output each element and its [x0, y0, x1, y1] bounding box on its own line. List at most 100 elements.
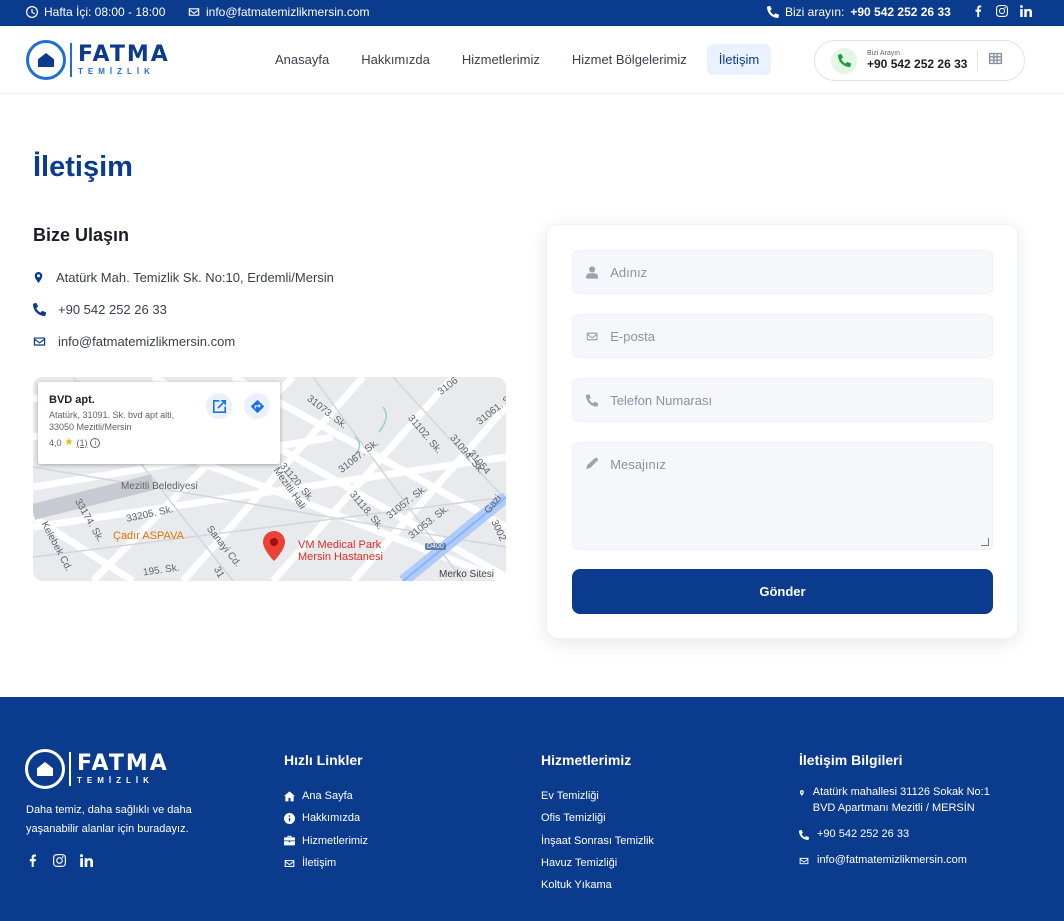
topbar-email[interactable]: info@fatmatemizlikmersin.com: [188, 5, 370, 19]
logo-divider: [70, 43, 72, 77]
contact-info-title: İletişim Bilgileri: [799, 752, 903, 768]
phone-icon: [33, 303, 46, 316]
phone-icon: [837, 54, 851, 67]
name-field-wrapper: [572, 250, 993, 294]
calculator-button[interactable]: [988, 51, 1003, 71]
envelope-icon: [188, 8, 200, 16]
header-call-box[interactable]: Bizi Arayın +90 542 252 26 33: [814, 40, 1025, 81]
quick-link-about[interactable]: Hakkımızda: [284, 807, 368, 829]
phone-input[interactable]: [610, 392, 992, 408]
map-place-belediye[interactable]: Mezitli Belediyesi: [121, 481, 198, 492]
map-place-aspava[interactable]: Çadır ASPAVA: [113, 530, 184, 542]
quick-link-label: İletişim: [302, 857, 337, 870]
envelope-icon: [586, 332, 598, 340]
service-link[interactable]: Ev Temizliği: [541, 785, 654, 807]
message-textarea[interactable]: [610, 457, 992, 537]
map-place-merko[interactable]: Merko Sitesi: [439, 569, 494, 580]
service-link[interactable]: Koltuk Yıkama: [541, 874, 654, 896]
footer-tagline: Daha temiz, daha sağlıklı ve daha yaşana…: [26, 804, 192, 836]
quick-link-label: Ana Sayfa: [302, 790, 353, 803]
working-hours-text: Hafta İçi: 08:00 - 18:00: [44, 5, 166, 19]
quick-link-contact[interactable]: İletişim: [284, 852, 368, 874]
footer-social: [26, 854, 93, 867]
pencil-icon: [586, 457, 599, 469]
star-icon: ★: [64, 437, 74, 449]
footer-logo[interactable]: FATMA TEMİZLİK: [25, 749, 169, 789]
topbar-call-number: +90 542 252 26 33: [850, 5, 951, 19]
instagram-icon[interactable]: [53, 854, 66, 867]
footer-phone[interactable]: +90 542 252 26 33: [799, 827, 1009, 843]
logo-brand-sub: TEMİZLİK: [78, 67, 155, 76]
contact-subtitle: Bize Ulaşın: [33, 225, 130, 245]
logo-divider: [69, 752, 71, 786]
topbar-social: [972, 5, 1032, 17]
nav-item-hizmetlerimiz[interactable]: Hizmetlerimiz: [450, 44, 552, 75]
nav-item-anasayfa[interactable]: Anasayfa: [263, 44, 341, 75]
site-logo[interactable]: FATMA TEMİZLİK: [26, 40, 170, 80]
logo-house-icon: [26, 40, 66, 80]
user-icon: [586, 265, 599, 279]
contact-form: Gönder: [546, 224, 1018, 639]
services-title: Hizmetlerimiz: [541, 752, 632, 768]
map-road-badge: D400: [425, 543, 446, 550]
map-open-button[interactable]: [206, 393, 232, 419]
message-field-wrapper: [572, 442, 993, 550]
map-card-rating: 4,0 ★ (1) i: [49, 437, 269, 448]
quick-link-home[interactable]: Ana Sayfa: [284, 785, 368, 807]
phone-icon: [767, 6, 779, 18]
footer-phone-text: +90 542 252 26 33: [817, 827, 910, 840]
facebook-icon[interactable]: [972, 5, 984, 17]
map-place-card: BVD apt. Atatürk, 31091. Sk. bvd apt alt…: [38, 382, 280, 464]
textarea-resize-handle[interactable]: [981, 538, 989, 546]
service-link[interactable]: Ofis Temizliği: [541, 807, 654, 829]
contact-phone[interactable]: +90 542 252 26 33: [33, 302, 167, 317]
info-icon[interactable]: i: [90, 437, 101, 448]
home-icon: [284, 790, 295, 801]
map-rating-value: 4,0: [49, 437, 62, 448]
quick-link-label: Hakkımızda: [302, 812, 361, 825]
phone-icon: [586, 393, 599, 407]
map-directions-button[interactable]: [244, 393, 270, 419]
location-pin-icon: [799, 790, 804, 796]
service-link[interactable]: Havuz Temizliği: [541, 852, 654, 874]
footer-address: Atatürk mahallesi 31126 Sokak No:1 BVD A…: [799, 785, 1009, 817]
map-place-hospital[interactable]: VM Medical Park Mersin Hastanesi: [298, 539, 388, 563]
header-call-number: +90 542 252 26 33: [867, 56, 968, 71]
name-input[interactable]: [610, 264, 992, 280]
footer-email[interactable]: info@fatmatemizlikmersin.com: [799, 853, 1009, 869]
briefcase-icon: [284, 835, 295, 846]
linkedin-icon[interactable]: [1020, 5, 1032, 17]
footer-brand-name: FATMA: [77, 751, 169, 776]
location-pin-icon: [34, 272, 43, 283]
facebook-icon[interactable]: [26, 854, 39, 867]
email-input[interactable]: [610, 328, 992, 344]
map-location-pin-icon[interactable]: [263, 531, 285, 561]
google-map[interactable]: 31073. Sk. 31067. Sk. 31102. Sk. 31094. …: [33, 377, 506, 581]
map-review-count[interactable]: (1): [76, 438, 87, 448]
working-hours: Hafta İçi: 08:00 - 18:00: [26, 5, 165, 19]
submit-button[interactable]: Gönder: [572, 569, 993, 614]
top-bar: Hafta İçi: 08:00 - 18:00 info@fatmatemiz…: [0, 0, 1064, 26]
topbar-call[interactable]: Bizi arayın: +90 542 252 26 33: [767, 5, 951, 19]
directions-icon: [250, 399, 264, 413]
nav-item-hizmet-bolgelerimiz[interactable]: Hizmet Bölgelerimiz: [560, 44, 699, 75]
email-field-wrapper: [572, 314, 993, 358]
instagram-icon[interactable]: [996, 5, 1008, 17]
contact-email[interactable]: info@fatmatemizlikmersin.com: [33, 334, 235, 349]
linkedin-icon[interactable]: [80, 854, 93, 867]
call-divider: [977, 49, 979, 72]
services-list: Ev Temizliği Ofis Temizliği İnşaat Sonra…: [541, 785, 654, 896]
nav-item-iletisim[interactable]: İletişim: [706, 44, 772, 75]
info-circle-icon: [284, 812, 295, 824]
contact-address: Atatürk Mah. Temizlik Sk. No:10, Erdemli…: [33, 270, 334, 285]
quick-link-label: Hizmetlerimiz: [302, 834, 368, 847]
footer-email-text: info@fatmatemizlikmersin.com: [817, 853, 967, 866]
contact-phone-text: +90 542 252 26 33: [58, 302, 167, 317]
envelope-icon: [33, 337, 46, 346]
nav-item-hakkimizda[interactable]: Hakkımızda: [349, 44, 442, 75]
service-link[interactable]: İnşaat Sonrası Temizlik: [541, 830, 654, 852]
external-link-icon: [212, 399, 226, 413]
topbar-call-label: Bizi arayın:: [785, 5, 845, 19]
quick-link-services[interactable]: Hizmetlerimiz: [284, 830, 368, 852]
logo-brand-name: FATMA: [78, 42, 170, 67]
